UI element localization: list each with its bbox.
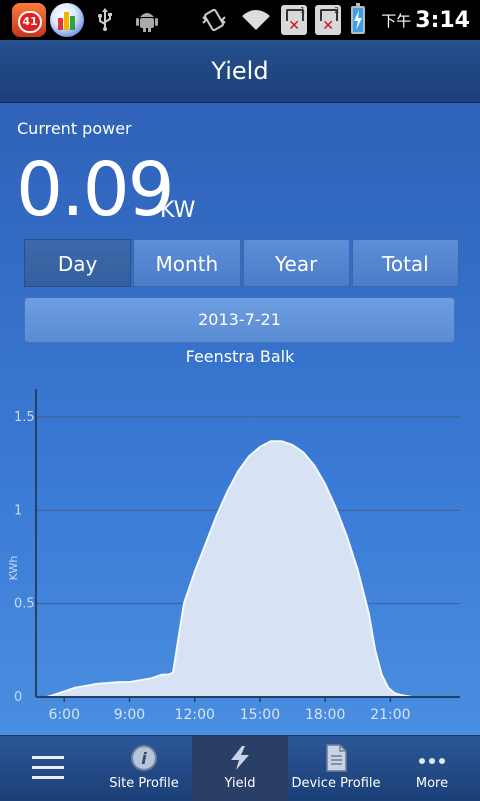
sim2-no-signal-icon: 2 ✕ [315, 5, 342, 35]
nav-device-profile[interactable]: Device Profile [288, 736, 384, 801]
site-name: Feenstra Balk [185, 347, 295, 366]
battery-charging-icon [351, 3, 366, 34]
sim1-no-signal-icon: 1 ✕ [281, 5, 308, 35]
nav-label-site-profile: Site Profile [109, 776, 179, 791]
chart-x-tick-label: 21:00 [370, 707, 410, 723]
tab-month[interactable]: Month [133, 239, 241, 287]
status-bar: 41 1 ✕ 2 ✕ 下午 3:14 [0, 0, 480, 40]
notification-badge: 41 [18, 11, 42, 33]
android-debug-icon [132, 5, 162, 35]
menu-icon [32, 756, 64, 779]
nav-menu[interactable] [0, 736, 96, 801]
chart-y-tick-label: 1 [14, 503, 22, 518]
current-power-value: 0.09 [16, 147, 175, 233]
chart-y-axis-label: KWh [7, 556, 20, 581]
tab-total[interactable]: Total [351, 239, 459, 287]
tab-day[interactable]: Day [24, 239, 132, 287]
chart-y-tick-label: 0 [14, 690, 22, 705]
bottom-navigation: i Site Profile Yield Device Profile More [0, 735, 480, 801]
chart-x-tick-label: 9:00 [114, 707, 145, 723]
notification-app-icon[interactable]: 41 [12, 3, 46, 37]
yield-chart: 0 0.5 1 1.5 6:00 9:00 12:00 15:00 18:00 21:00 KW… [7, 389, 460, 723]
chart-y-tick-label: 0.5 [14, 597, 35, 612]
nav-label-yield: Yield [224, 776, 256, 791]
vibrate-icon [199, 5, 229, 35]
nav-label-device-profile: Device Profile [291, 776, 381, 791]
yield-area-series [46, 440, 445, 698]
date-selector[interactable]: 2013-7-21 [24, 297, 455, 343]
svg-text:i: i [141, 749, 147, 768]
tab-year[interactable]: Year [242, 239, 350, 287]
chart-x-tick-label: 6:00 [49, 707, 80, 723]
chart-x-tick-label: 18:00 [305, 707, 345, 723]
chart-app-icon[interactable] [50, 3, 84, 37]
nav-site-profile[interactable]: i Site Profile [96, 736, 192, 801]
chart-x-tick-label: 15:00 [240, 707, 280, 723]
wifi-icon [241, 5, 271, 35]
chart-x-tick-label: 12:00 [175, 707, 215, 723]
yield-content: Current power 0.09 KW Day Month Year Tot… [0, 103, 480, 735]
sim1-number: 1 [300, 6, 306, 15]
nav-yield[interactable]: Yield [192, 736, 288, 801]
sim2-number: 2 [334, 6, 340, 15]
nav-label-more: More [415, 776, 449, 791]
page-title: Yield [0, 40, 480, 103]
document-icon [326, 744, 347, 772]
lightning-icon [231, 746, 249, 770]
nav-more[interactable]: More [384, 736, 480, 801]
status-ampm: 下午 [381, 11, 412, 30]
current-power-unit: KW [160, 198, 196, 223]
info-icon: i [131, 745, 157, 771]
current-power-label: Current power [17, 119, 132, 138]
usb-icon [90, 5, 120, 35]
period-tabs: Day Month Year Total [24, 239, 459, 287]
chart-y-tick-label: 1.5 [14, 410, 35, 425]
status-time: 3:14 [415, 7, 470, 33]
